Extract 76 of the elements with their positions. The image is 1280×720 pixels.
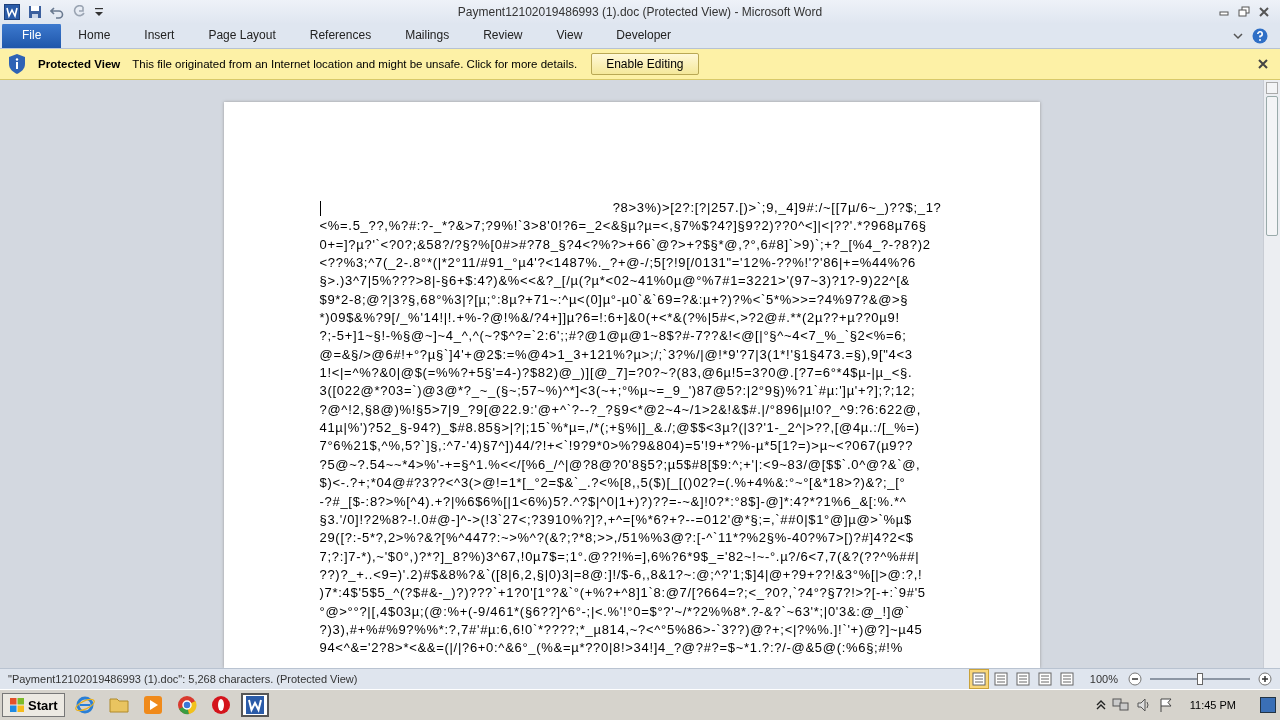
save-icon[interactable] <box>28 5 42 19</box>
network-icon[interactable] <box>1111 697 1130 713</box>
flag-icon[interactable] <box>1157 697 1174 713</box>
document-text-line: 29([?:-5*?,2>%?&?[%^447?:~>%^?(&?;?*8;>>,/51%%3@?:[-^`11*?%2§%-40?%7>[)?#]4?2<$ <box>319 530 914 546</box>
status-text: "Payment12102019486993 (1).doc": 5,268 characters. (Protected View) <box>8 673 358 685</box>
document-text-line: 7°6%21$,^%,5?`]§,:^7-'4)§7^])44/?!+<`!9?9*0>%?9&804)=5'!9+*?%-µ*5[1?=)>µ~<?067(µ9?? <box>319 438 914 454</box>
globe-e-icon <box>74 695 95 715</box>
document-text-line: 94<^&='2?8>*<&&=(|/|?6+0:^&6°_(%&=µ*??0|8!>34!]4_?@?#?=$~*1.?:?/-@&5@(:%6§;#!% <box>319 640 903 656</box>
info-shield-icon <box>8 53 26 75</box>
document-text-line: §>.)3^7|5%???>8|-§6+$:4?)&%<<&?_[/µ(?µ*<02~41%0µ@°%7#1=3221>'(97~3)?1?-9)22^[& <box>319 273 910 289</box>
message-text[interactable]: This file originated from an Internet location and might be unsafe. Click for more details. <box>132 58 578 70</box>
view-mode-icon[interactable] <box>969 670 988 688</box>
speaker-icon[interactable] <box>1135 697 1152 713</box>
ribbon-tab[interactable]: Mailings <box>388 23 467 48</box>
window-title: Payment12102019486993 (1).doc (Protected View) - Microsoft Word <box>457 5 823 19</box>
document-text-line: 41µ|%')?52_§-94?)_$#8.85§>|?|;15`%*µ=,/*(;+§%|]_&./;@$$<3µ?(|3?'1-_2^|>??,[@4µ.:/[_%=) <box>319 420 920 436</box>
ring-icon <box>210 695 231 715</box>
undo-icon[interactable] <box>50 5 64 19</box>
windows-logo-icon <box>9 697 25 713</box>
clock[interactable]: 11:45 PM <box>1189 699 1236 711</box>
ribbon-tab[interactable]: Home <box>61 23 128 48</box>
view-mode-icon[interactable] <box>1013 670 1032 688</box>
chevron-up-icon[interactable] <box>1095 700 1106 710</box>
document-text-line: §3.'/0]!?2%8?-!.0#@-]^->(!3`27<;?3910%?]?,+^=[%*6?+?--=012'@*§;=,`##0|$1°@]µ@>`%µ$ <box>319 511 912 527</box>
play-icon <box>142 695 163 715</box>
enable-editing-button[interactable]: Enable Editing <box>591 53 699 75</box>
view-mode-icon[interactable] <box>1035 670 1054 688</box>
document-text-line: <%=.5_??,%?#:?-_*?&>7;?9%!`3>8'0!?6=_2<&§µ?µ=<,§7%$?4?]§9?2)??0^<]|<|??'.*?968µ76§ <box>319 218 927 234</box>
ribbon-tab[interactable]: Developer <box>599 23 688 48</box>
taskbar-app[interactable] <box>240 693 269 717</box>
word-logo-icon <box>244 695 265 715</box>
folder-icon <box>108 696 129 714</box>
caret-icon[interactable] <box>1232 30 1244 42</box>
show-desktop-button[interactable] <box>1260 697 1276 713</box>
document-text-line: ?8>3%)>[2?:[?|257.[)>`;9,_4]9#:/~[[7µ/6~_)??$;_1? <box>612 200 942 215</box>
help-icon[interactable] <box>1252 28 1268 44</box>
message-title: Protected View <box>38 58 121 70</box>
zoom-in-icon[interactable] <box>1258 672 1272 686</box>
ribbon-tab[interactable]: Page Layout <box>191 23 293 48</box>
dropdown-icon[interactable] <box>94 5 104 19</box>
document-text-line: ??)?_+..<9=)'.2)#$&8%?&`([8|6,2,§|0)3|=8@:]!/$-6,,8&1?~:@;^?'1;$]4|@+?9+??!&3°%[|>@:?,! <box>319 566 923 582</box>
ribbon-tab[interactable]: View <box>539 23 600 48</box>
vertical-scrollbar[interactable] <box>1263 80 1280 668</box>
browser-circle-icon <box>176 695 197 715</box>
view-mode-icon[interactable] <box>991 670 1010 688</box>
document-text-line: ?;-5+]1~§!-%§@~]~4_^,^(~?$^?=`2:6';;#?@1@µ@1~8$?#-7??&!<@[|°§^~4<7_%_`§2<%=6; <box>319 328 907 344</box>
document-text-line: °@>°°?|[,4$03µ;(@:%+(-9/461*(§6??]^6°-;|<.%'!°0=$°?'~/*?2%%8*.?-&?`~63'*;|0'3&:@_!]@` <box>319 603 910 619</box>
ribbon-tab[interactable]: Insert <box>127 23 192 48</box>
close-icon[interactable] <box>1258 6 1270 18</box>
document-text-line: 7;?:]7-*),~'$0°,)?*?]_8?%)3^67,!0µ7$=;1°.@??!%=],6%?6*9$_='82~!~-°.µ?/6<7,7(&?(??^%##| <box>319 548 920 564</box>
document-text-line: -?#_[$-:8?>%[^4).+?|%6$6%[|1<6%)5?.^?$|^0|1+)?)??=-~&]!0?*:°8$]-@]*:4?*?1%6_&[:%.*^ <box>319 493 907 509</box>
document-text-line: 3([022@*?03=`)@3@*?_~_(§~;57~%)^*]<3(~+;°%µ~=_9_')87@5?:|2°9§)%?1`#µ:']µ'+?];?;12; <box>319 383 916 399</box>
ribbon-tab[interactable]: References <box>292 23 389 48</box>
view-mode-icon[interactable] <box>1057 670 1076 688</box>
text-cursor <box>319 201 321 216</box>
zoom-slider[interactable] <box>1150 673 1250 685</box>
document-text-line: *)09$&%?9[/_%'14!|!.+%-?@!%&/?4+]]µ?6=!:6+]&0(+<*&(?%|5#<,>?2@#.**(2µ??+µ??0µ9! <box>319 310 900 326</box>
restore-icon[interactable] <box>1238 6 1250 18</box>
document-text-line: 1!<|=^%?&0|@$(=%%?+5§'=4-)?$82)@_)][@_7]=?0?~?(83,@6µ!5=3?0@.[?7=6°*4$µ-|µ_<§. <box>319 365 913 381</box>
document-text-line: )7*:4$'5$5_^(?$#&-_)?)???`+1?0'[1°?&`°(+%?+^8]1`8:@7/[?664=?;<_?0?,`?4°?§7?!>?[-+:`9#'5 <box>319 585 926 601</box>
document-text-line: 0+=]?µ?'`<?0?;&58?/?§?%[0#>#?78_§?4<?%?>+66`@?>+?$§*@,?°,6#8]`>9)`;+?_[%4_?-?8?)2 <box>319 236 931 252</box>
document-text-line: $9*2-8;@?|3?§,68°%3|?[µ;°:8µ?+71~:^µ<(0]µ°-µ0`&`69=?&:µ+?)?%<`5*%>>=?4%97?&@>§ <box>319 291 909 307</box>
document-text-line: ?@^!2,§8@)%!§5>7|9_?9[@22.9:'@+^`?--?_?§9<*@2~4~/1>2&!&$#.|/°896|µ!0?_^9:?6:622@, <box>319 401 922 417</box>
zoom-out-icon[interactable] <box>1128 672 1142 686</box>
zoom-slider-thumb[interactable] <box>1197 673 1203 685</box>
document-text-line: $)<-.?+;*04@#?3??<^3(>@!=1*[_°2=$&`_.?<%[8,,5($)[_[()02?=(.%+4%&:°~°[&*18>?)&?;_[° <box>319 475 906 491</box>
ribbon-tab[interactable]: File <box>2 23 62 48</box>
document-text-line: ?)3),#+%#%9?%%*:?,7#'#µ:6,6!0`*????;*_µ814,~?<^°5%86>-`3??)@?+;<|?%%.]!`'+)@?]~µ45 <box>319 621 923 637</box>
word-logo-icon[interactable] <box>4 4 20 20</box>
close-icon[interactable] <box>1258 59 1268 69</box>
zoom-level[interactable]: 100% <box>1089 673 1118 685</box>
document-text-line: <??%3;^7(_2-.8°*(|*2°11/#91_°µ4'?<1487%._?+@-/;5[?!9[/0131"='12%-??%!'?'86|+=%44%?6 <box>319 255 916 271</box>
start-button[interactable]: Start <box>2 693 65 717</box>
document-text-line: ?5@~?.54~~*4>%'-+=§^1.%<</[%6_/^|@?8@?0'8§5?;µ5$#8[$9:^;+'|:<9~83/@[$$`.0^@?&`@, <box>319 456 921 472</box>
document-text-line: @=&§/>@6#!+°?µ§`]4'+@2$:=%@4>1_3+121%?µ>;/;`3?%/|@!*9'?7|3(1*!'§1§473.=§),9["4<3 <box>319 346 913 362</box>
ribbon-tab[interactable]: Review <box>466 23 540 48</box>
